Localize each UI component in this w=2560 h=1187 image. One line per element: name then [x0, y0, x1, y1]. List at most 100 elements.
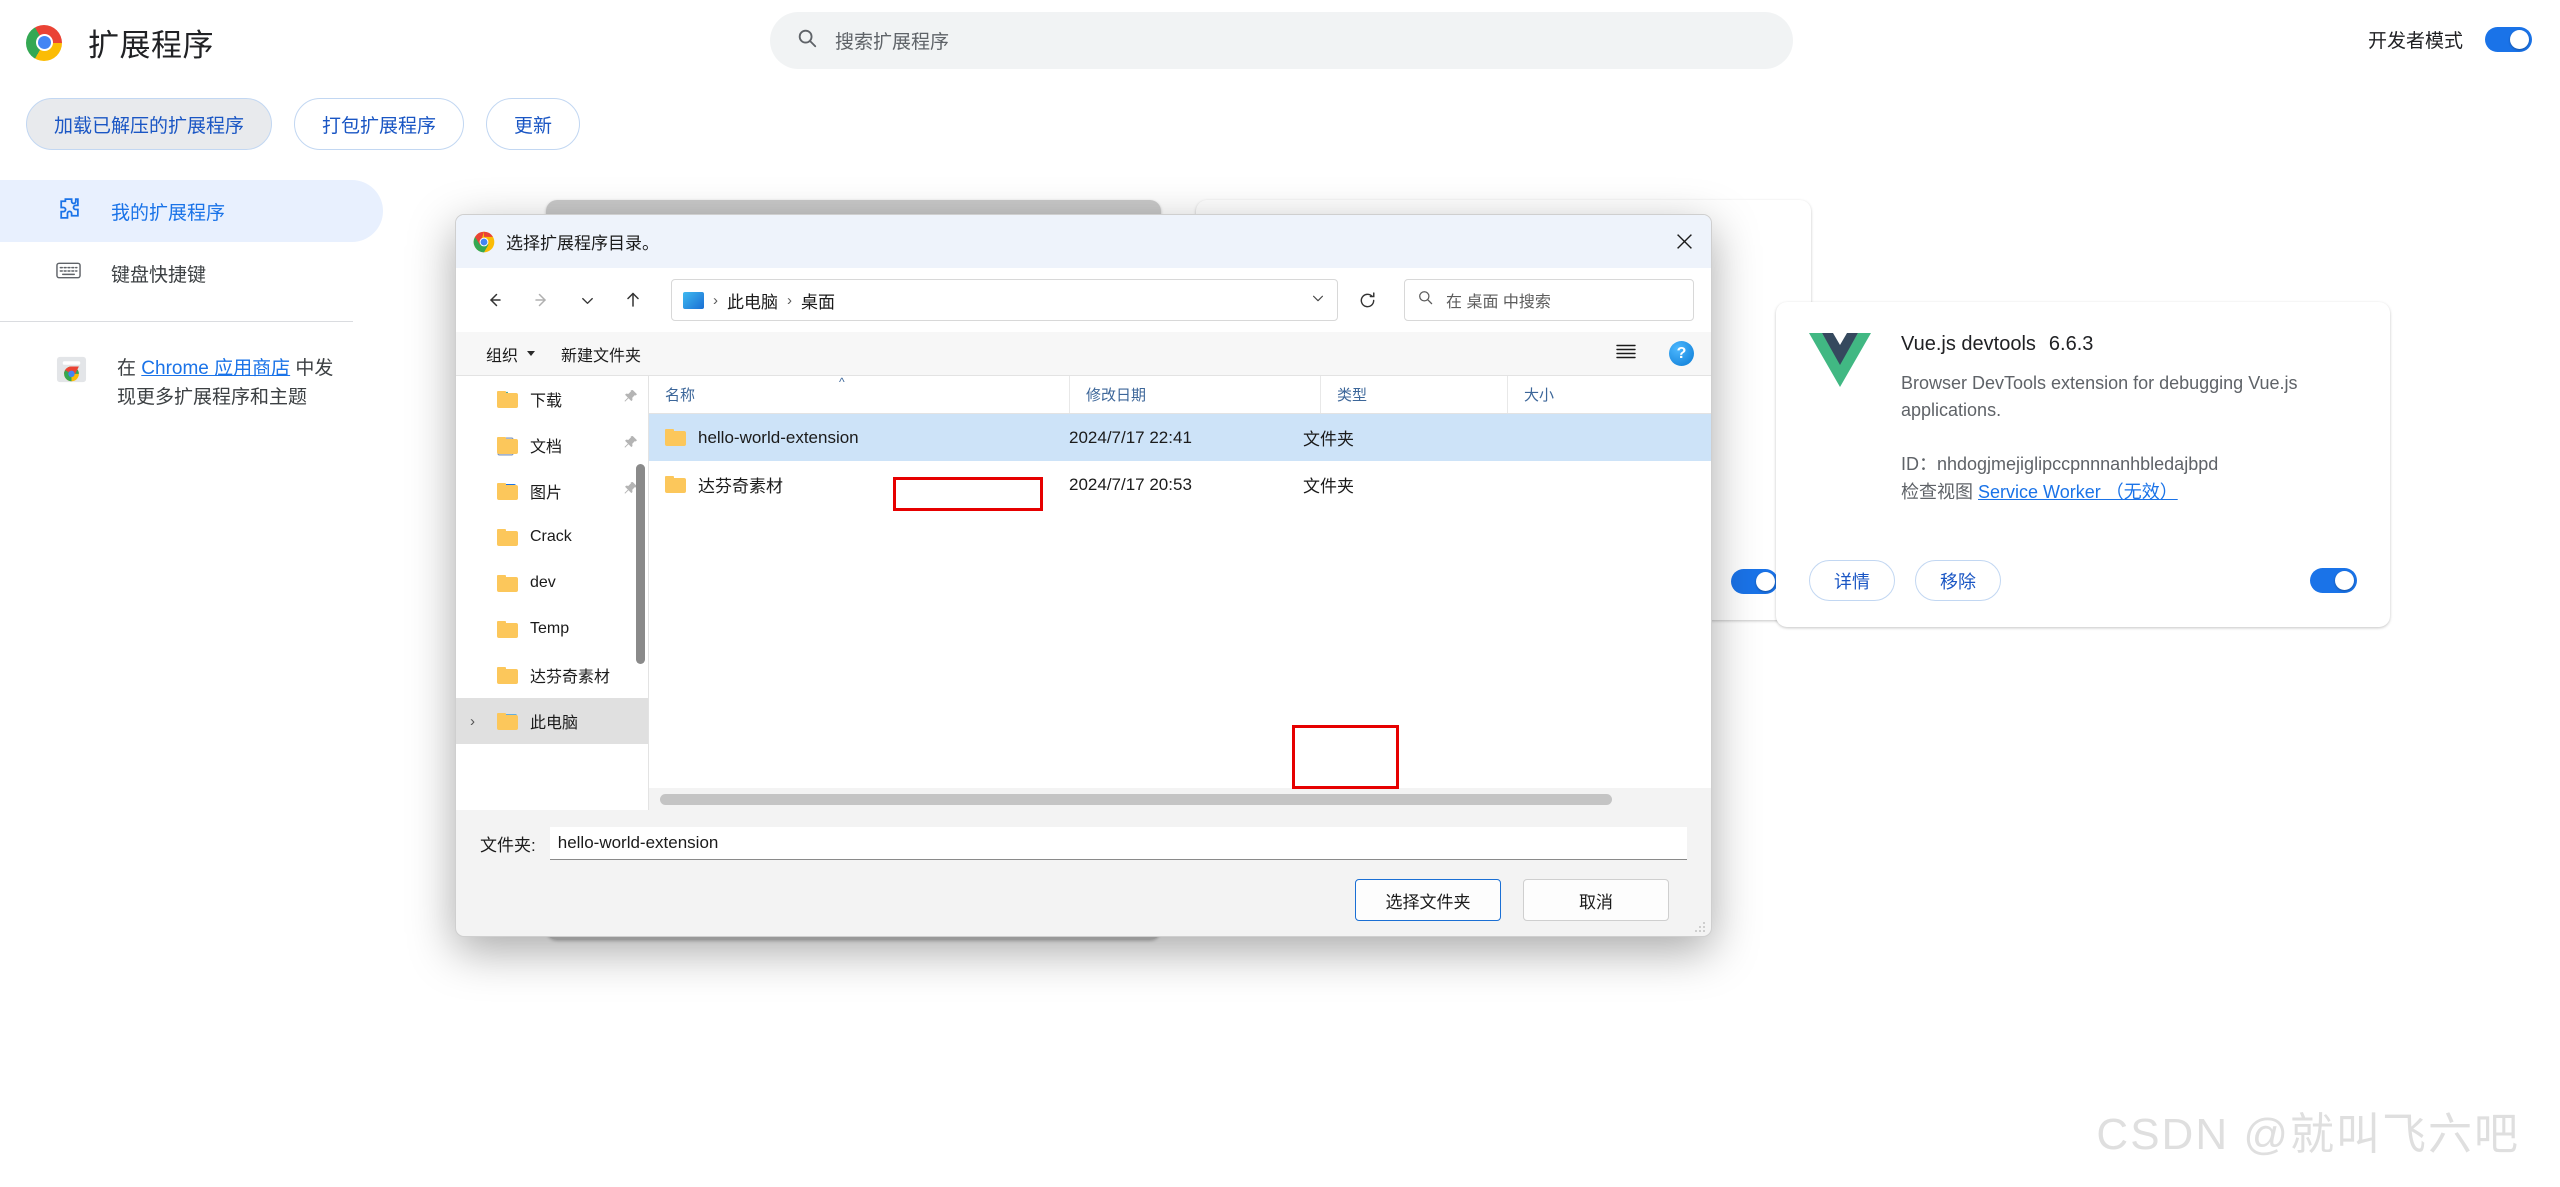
tree-item-label: 此电脑 — [530, 709, 578, 733]
chrome-logo-icon — [473, 231, 495, 253]
tree-item-label: 达芬奇素材 — [530, 663, 610, 687]
folder-name-input[interactable]: hello-world-extension — [550, 827, 1687, 860]
resize-grip[interactable] — [1694, 920, 1706, 932]
breadcrumb-separator: › — [787, 292, 792, 309]
keyboard-icon — [56, 261, 81, 285]
file-type: 文件夹 — [1287, 425, 1457, 450]
download-icon — [497, 391, 518, 408]
column-header-date[interactable]: 修改日期 — [1069, 376, 1320, 413]
tree-item-dev[interactable]: dev — [456, 560, 648, 606]
dialog-body: 下载 文档 图片 — [456, 376, 1711, 810]
update-button[interactable]: 更新 — [486, 98, 580, 150]
tree-item-davinci-assets[interactable]: 达芬奇素材 — [456, 652, 648, 698]
search-icon — [796, 27, 818, 54]
navigation-tree: 下载 文档 图片 — [456, 376, 649, 810]
column-header-name[interactable]: 名称 ^ — [649, 376, 1069, 413]
arrow-left-icon[interactable] — [473, 278, 517, 322]
folder-icon — [665, 476, 686, 493]
documents-icon — [497, 437, 518, 454]
page-header: 扩展程序 搜索扩展程序 开发者模式 — [0, 0, 2560, 85]
chevron-down-icon[interactable] — [565, 278, 609, 322]
refresh-icon[interactable] — [1346, 279, 1388, 321]
file-name: 达芬奇素材 — [698, 472, 783, 497]
sort-ascending-icon: ^ — [839, 375, 845, 389]
dialog-footer: 文件夹: hello-world-extension 选择文件夹 取消 — [456, 810, 1711, 921]
tree-item-temp[interactable]: Temp — [456, 606, 648, 652]
extension-id-label: ID： — [1901, 454, 1937, 474]
developer-mode-label: 开发者模式 — [2368, 26, 2463, 53]
column-header-size[interactable]: 大小 — [1507, 376, 1664, 413]
tree-item-pictures[interactable]: 图片 — [456, 468, 648, 514]
dialog-toolbar: 组织 新建文件夹 ? — [456, 332, 1711, 376]
dialog-search-placeholder: 在 桌面 中搜索 — [1446, 288, 1551, 312]
sidebar-item-label: 键盘快捷键 — [111, 260, 206, 287]
inspect-views-row: 检查视图 Service Worker （无效） — [1901, 479, 2357, 507]
breadcrumb-segment-desktop[interactable]: 桌面 — [801, 288, 835, 313]
extension-meta: ID：nhdogjmejiglipccpnnnanhbledajbpd 检查视图… — [1901, 451, 2357, 507]
tree-item-label: Crack — [530, 528, 572, 546]
sidebar-item-my-extensions[interactable]: 我的扩展程序 — [0, 180, 383, 242]
organize-menu[interactable]: 组织 — [473, 338, 548, 370]
page-title: 扩展程序 — [88, 20, 214, 65]
sidebar: 我的扩展程序 键盘快捷键 — [0, 180, 383, 413]
file-name-cell: hello-world-extension — [649, 428, 1053, 448]
developer-mode-control[interactable]: 开发者模式 — [2368, 26, 2532, 53]
tree-item-documents[interactable]: 文档 — [456, 422, 648, 468]
breadcrumb[interactable]: › 此电脑 › 桌面 — [671, 279, 1338, 321]
pin-icon[interactable] — [623, 435, 638, 455]
folder-icon — [665, 429, 686, 446]
vue-logo-icon — [1809, 333, 1871, 388]
tree-item-this-pc[interactable]: › 此电脑 — [456, 698, 648, 744]
developer-mode-toggle[interactable] — [2485, 27, 2532, 52]
details-button[interactable]: 详情 — [1809, 560, 1895, 601]
chrome-logo-icon — [26, 25, 62, 61]
sidebar-item-keyboard-shortcuts[interactable]: 键盘快捷键 — [0, 242, 383, 304]
tree-item-crack[interactable]: Crack — [456, 514, 648, 560]
column-header-type[interactable]: 类型 — [1320, 376, 1507, 413]
list-view-icon — [1615, 343, 1637, 365]
file-name: hello-world-extension — [698, 428, 859, 448]
breadcrumb-segment-this-pc[interactable]: 此电脑 — [727, 288, 778, 313]
table-row[interactable]: hello-world-extension 2024/7/17 22:41 文件… — [649, 414, 1711, 461]
load-unpacked-button[interactable]: 加载已解压的扩展程序 — [26, 98, 272, 150]
tree-item-label: 图片 — [530, 479, 562, 503]
extension-id-row: ID：nhdogjmejiglipccpnnnanhbledajbpd — [1901, 451, 2357, 479]
table-row[interactable]: 达芬奇素材 2024/7/17 20:53 文件夹 — [649, 461, 1711, 508]
pin-icon[interactable] — [623, 389, 638, 409]
remove-button[interactable]: 移除 — [1915, 560, 2001, 601]
select-folder-button[interactable]: 选择文件夹 — [1355, 879, 1501, 921]
extension-card-vue-devtools[interactable]: Vue.js devtools6.6.3 Browser DevTools ex… — [1776, 302, 2390, 627]
organize-label: 组织 — [486, 342, 518, 366]
pack-extension-button[interactable]: 打包扩展程序 — [294, 98, 464, 150]
extension-enabled-toggle[interactable] — [1731, 569, 1778, 594]
tree-item-label: Temp — [530, 620, 569, 638]
webstore-link[interactable]: Chrome 应用商店 — [141, 358, 290, 379]
folder-icon — [497, 621, 518, 638]
folder-icon — [497, 529, 518, 546]
close-icon[interactable] — [1658, 215, 1711, 268]
new-folder-button[interactable]: 新建文件夹 — [548, 338, 654, 370]
file-date: 2024/7/17 20:53 — [1053, 475, 1287, 495]
extension-description: Browser DevTools extension for debugging… — [1901, 370, 2357, 423]
folder-icon — [497, 575, 518, 592]
tree-item-downloads[interactable]: 下载 — [456, 376, 648, 422]
help-icon[interactable]: ? — [1669, 341, 1694, 366]
cancel-button[interactable]: 取消 — [1523, 879, 1669, 921]
horizontal-scrollbar[interactable] — [649, 788, 1711, 810]
view-mode-button[interactable] — [1607, 338, 1655, 370]
tree-item-label: 下载 — [530, 387, 562, 411]
service-worker-link[interactable]: Service Worker （无效） — [1978, 482, 2178, 502]
chevron-right-icon[interactable]: › — [470, 713, 475, 730]
select-folder-dialog[interactable]: 选择扩展程序目录。 — [455, 214, 1712, 937]
pictures-icon — [497, 483, 518, 500]
webstore-prefix: 在 — [117, 358, 141, 379]
arrow-right-icon[interactable] — [519, 278, 563, 322]
file-name-cell: 达芬奇素材 — [649, 472, 1053, 497]
tree-scrollbar[interactable] — [636, 464, 645, 664]
search-extensions-input[interactable]: 搜索扩展程序 — [770, 12, 1793, 69]
breadcrumb-separator: › — [713, 292, 718, 309]
arrow-up-icon[interactable] — [611, 278, 655, 322]
dialog-search-input[interactable]: 在 桌面 中搜索 — [1404, 279, 1694, 321]
extension-enabled-toggle[interactable] — [2310, 568, 2357, 593]
chevron-down-icon[interactable] — [1310, 290, 1326, 311]
